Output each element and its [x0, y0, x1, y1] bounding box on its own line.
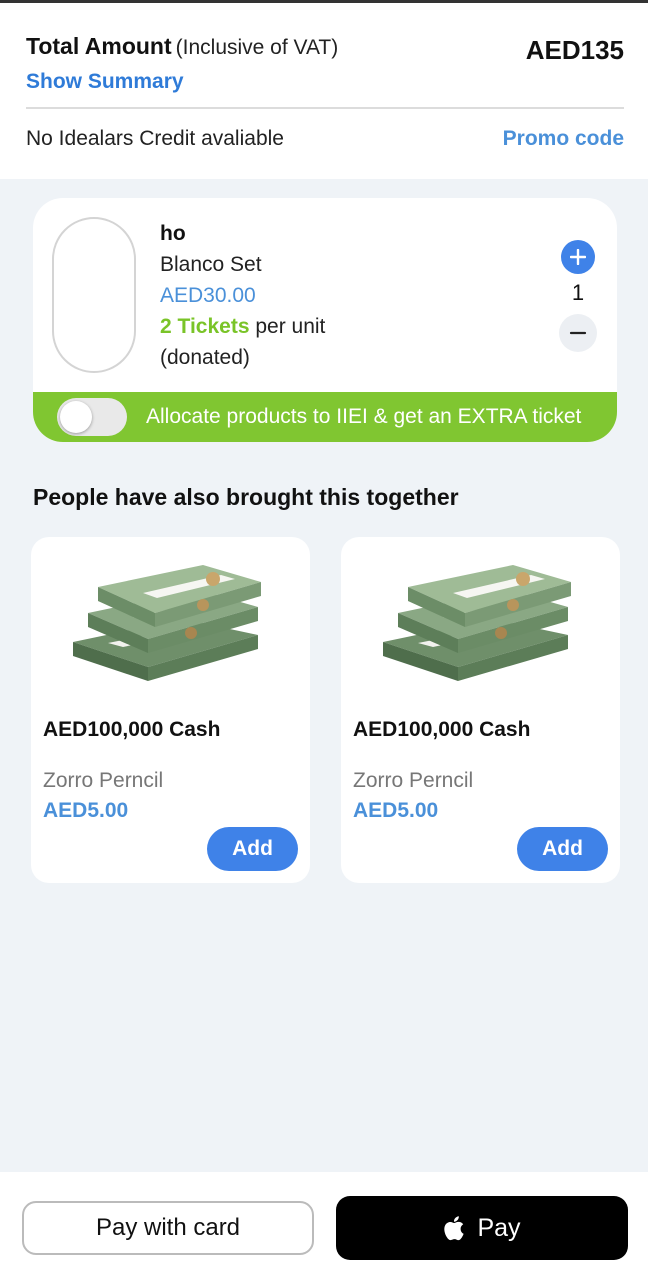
decrease-quantity-button[interactable]	[559, 314, 597, 352]
payment-bar: Pay with card Pay	[0, 1172, 648, 1280]
product-card: AED100,000 Cash Zorro Perncil AED5.00 Ad…	[31, 537, 310, 883]
increase-quantity-button[interactable]	[561, 240, 595, 274]
tickets-suffix: per unit	[249, 315, 326, 338]
summary-divider	[26, 107, 624, 109]
add-product-button[interactable]: Add	[517, 827, 608, 871]
tickets-line: 2 Tickets per unit	[160, 311, 325, 342]
product-title: AED100,000 Cash	[353, 718, 531, 741]
product-thumbnail	[52, 217, 136, 373]
item-price: AED30.00	[160, 284, 256, 307]
tickets-count: 2 Tickets	[160, 315, 250, 338]
add-product-button[interactable]: Add	[207, 827, 298, 871]
allocate-banner: Allocate products to IIEI & get an EXTRA…	[33, 392, 617, 442]
allocate-text: Allocate products to IIEI & get an EXTRA…	[146, 405, 582, 428]
toggle-knob	[60, 401, 92, 433]
apple-logo-icon	[444, 1216, 465, 1241]
cash-bundle-image	[383, 565, 571, 681]
total-label: Total Amount	[26, 33, 172, 59]
product-card: AED100,000 Cash Zorro Perncil AED5.00 Ad…	[341, 537, 620, 883]
allocate-toggle[interactable]	[57, 398, 127, 436]
cart-item-info: ho Blanco Set AED30.00 2 Tickets per uni…	[160, 218, 325, 373]
quantity-value: 1	[571, 280, 585, 305]
product-subtitle: Zorro Perncil	[43, 769, 164, 792]
cart-item-card: ho Blanco Set AED30.00 2 Tickets per uni…	[33, 198, 617, 442]
related-section-title: People have also brought this together	[33, 484, 459, 510]
order-summary-panel: Total Amount (Inclusive of VAT) AED135 Sh…	[0, 3, 648, 179]
plus-icon	[570, 249, 586, 265]
show-summary-link[interactable]: Show Summary	[26, 70, 184, 94]
item-variant: Blanco Set	[160, 253, 262, 276]
promo-code-link[interactable]: Promo code	[503, 127, 624, 151]
credit-status-text: No Idealars Credit avaliable	[26, 127, 284, 150]
product-price: AED5.00	[43, 799, 129, 822]
pay-with-card-button[interactable]: Pay with card	[22, 1201, 314, 1255]
apple-pay-label: Pay	[477, 1213, 521, 1242]
product-price: AED5.00	[353, 799, 439, 822]
total-row: Total Amount (Inclusive of VAT) AED135	[26, 33, 624, 67]
item-name: ho	[160, 222, 186, 245]
product-title: AED100,000 Cash	[43, 718, 221, 741]
donated-note: (donated)	[160, 346, 250, 369]
total-amount: AED135	[525, 35, 624, 65]
product-subtitle: Zorro Perncil	[353, 769, 474, 792]
apple-pay-button[interactable]: Pay	[336, 1196, 628, 1260]
vat-note: (Inclusive of VAT)	[175, 36, 339, 59]
minus-icon	[569, 331, 587, 335]
cash-bundle-image	[73, 565, 261, 681]
